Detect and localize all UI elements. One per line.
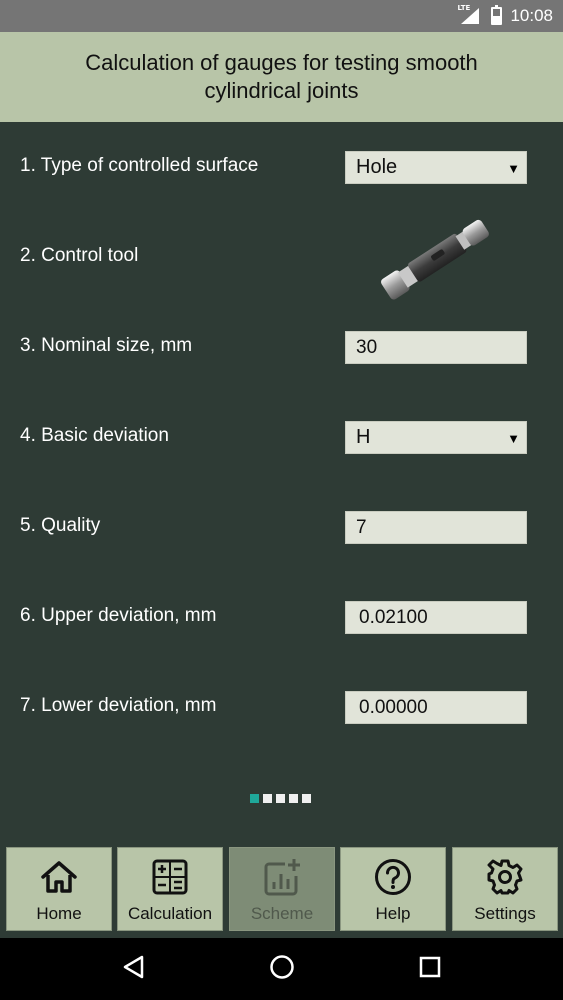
row-basic-deviation: 4. Basic deviation H ▼ bbox=[0, 417, 563, 457]
recents-square-icon[interactable] bbox=[419, 956, 441, 982]
plug-gauge-image bbox=[381, 219, 489, 300]
basic-deviation-value: H bbox=[356, 426, 371, 448]
battery-icon bbox=[491, 5, 503, 25]
quality-label: 5. Quality bbox=[20, 515, 101, 536]
back-icon[interactable] bbox=[122, 955, 146, 983]
dropdown-arrow-icon: ▼ bbox=[507, 161, 520, 176]
page-dot[interactable] bbox=[263, 794, 272, 803]
home-label: Home bbox=[36, 904, 82, 923]
settings-button[interactable]: Settings bbox=[452, 847, 558, 931]
nominal-size-input[interactable]: 30 bbox=[345, 331, 527, 364]
upper-deviation-label: 6. Upper deviation, mm bbox=[20, 605, 217, 626]
home-button[interactable]: Home bbox=[6, 847, 112, 931]
dropdown-arrow-icon: ▼ bbox=[507, 431, 520, 446]
surface-type-label: 1. Type of controlled surface bbox=[20, 155, 259, 176]
help-button[interactable]: Help bbox=[340, 847, 446, 931]
status-bar: LTE 10:08 bbox=[0, 0, 563, 32]
system-navigation-bar bbox=[0, 938, 563, 1000]
basic-deviation-label: 4. Basic deviation bbox=[20, 425, 169, 446]
calculation-button[interactable]: Calculation bbox=[117, 847, 223, 931]
home-icon bbox=[41, 861, 77, 893]
control-tool-label: 2. Control tool bbox=[20, 245, 139, 266]
bottom-navigation: Home Calculation Scheme Help Settings bbox=[0, 840, 563, 938]
scheme-label: Scheme bbox=[250, 904, 314, 923]
page-indicator bbox=[250, 794, 311, 803]
quality-input[interactable]: 7 bbox=[345, 511, 527, 544]
scheme-button[interactable]: Scheme bbox=[229, 847, 335, 931]
help-label: Help bbox=[375, 904, 411, 923]
gear-icon bbox=[487, 859, 523, 895]
surface-type-select[interactable]: Hole ▼ bbox=[345, 151, 527, 184]
basic-deviation-select[interactable]: H ▼ bbox=[345, 421, 527, 454]
surface-type-value: Hole bbox=[356, 156, 398, 178]
page-dot[interactable] bbox=[302, 794, 311, 803]
page-title: Calculation of gauges for testing smooth… bbox=[85, 50, 478, 103]
page-dot[interactable] bbox=[276, 794, 285, 803]
calculator-icon bbox=[152, 859, 188, 895]
row-nominal-size: 3. Nominal size, mm 30 bbox=[0, 327, 563, 367]
row-lower-deviation: 7. Lower deviation, mm 0.00000 bbox=[0, 687, 563, 727]
upper-deviation-field: 0.02100 bbox=[345, 601, 527, 634]
lower-deviation-label: 7. Lower deviation, mm bbox=[20, 695, 217, 716]
row-quality: 5. Quality 7 bbox=[0, 507, 563, 547]
lte-signal-icon: LTE bbox=[457, 4, 483, 26]
status-time: 10:08 bbox=[510, 6, 553, 25]
nominal-size-label: 3. Nominal size, mm bbox=[20, 335, 193, 356]
scheme-chart-icon bbox=[264, 859, 300, 896]
lower-deviation-field: 0.00000 bbox=[345, 691, 527, 724]
settings-label: Settings bbox=[474, 904, 536, 923]
calculation-label: Calculation bbox=[127, 904, 213, 923]
help-icon bbox=[375, 859, 411, 895]
form-panel: 1. Type of controlled surface Hole ▼ 2. … bbox=[0, 122, 563, 840]
page-dot-active[interactable] bbox=[250, 794, 259, 803]
page-dot[interactable] bbox=[289, 794, 298, 803]
row-surface-type: 1. Type of controlled surface Hole ▼ bbox=[0, 147, 563, 187]
app-header: Calculation of gauges for testing smooth… bbox=[0, 32, 563, 122]
row-upper-deviation: 6. Upper deviation, mm 0.02100 bbox=[0, 597, 563, 637]
home-circle-icon[interactable] bbox=[269, 954, 295, 984]
